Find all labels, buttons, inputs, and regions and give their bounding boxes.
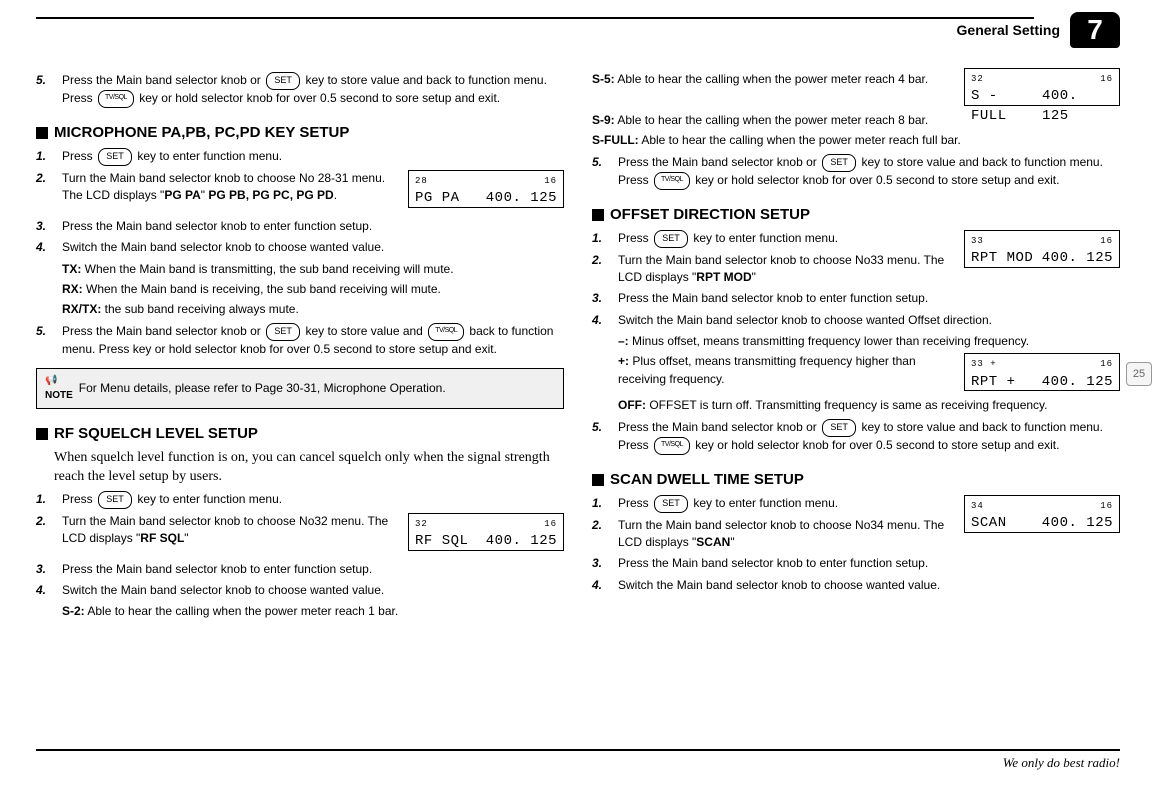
page-header: General Setting 7 xyxy=(36,12,1120,44)
tvsql-key-icon: TV/SQL xyxy=(654,437,690,455)
list-item: 5.Press the Main band selector knob or S… xyxy=(592,154,1120,190)
lcd-display-sfull: 3216 S - FULL400. 125 xyxy=(964,68,1120,106)
list-item: 4.Switch the Main band selector knob to … xyxy=(36,582,564,599)
tvsql-key-icon: TV/SQL xyxy=(654,172,690,190)
tvsql-key-icon: TV/SQL xyxy=(428,323,464,341)
note-icon: 📢NOTE xyxy=(45,374,73,403)
list-item: 5.Press the Main band selector knob or S… xyxy=(36,323,564,358)
section-heading-rf: RF SQUELCH LEVEL SETUP xyxy=(36,423,564,445)
set-key-icon: SET xyxy=(654,230,688,248)
tvsql-key-icon: TV/SQL xyxy=(98,90,134,108)
sub-item: –: Minus offset, means transmitting freq… xyxy=(618,333,1120,350)
square-bullet-icon xyxy=(36,428,48,440)
list-item: 3.Press the Main band selector knob to e… xyxy=(36,218,564,235)
set-key-icon: SET xyxy=(822,419,856,437)
chapter-number: 7 xyxy=(1070,12,1120,48)
set-key-icon: SET xyxy=(266,323,300,341)
list-item: 4.Switch the Main band selector knob to … xyxy=(592,577,1120,594)
section-intro: When squelch level function is on, you c… xyxy=(54,449,564,487)
step-text: Press the Main band selector knob or SET… xyxy=(62,72,564,108)
lcd-display-rptplus: 33 +16 RPT +400. 125 xyxy=(964,353,1120,391)
footer-slogan: We only do best radio! xyxy=(36,755,1120,771)
set-key-icon: SET xyxy=(654,495,688,513)
sub-item: OFF: OFFSET is turn off. Transmitting fr… xyxy=(618,397,1120,414)
set-key-icon: SET xyxy=(98,148,132,166)
lcd-display-pg: 2816 PG PA400. 125 xyxy=(408,170,564,208)
list-item: 3.Press the Main band selector knob to e… xyxy=(36,561,564,578)
section-title: General Setting xyxy=(957,22,1060,38)
square-bullet-icon xyxy=(592,474,604,486)
lcd-display-rfsql: 3216 RF SQL400. 125 xyxy=(408,513,564,551)
sub-item: S-2: Able to hear the calling when the p… xyxy=(62,603,564,620)
set-key-icon: SET xyxy=(266,72,300,90)
list-item: 3.Press the Main band selector knob to e… xyxy=(592,555,1120,572)
list-item: 1.Press SET key to enter function menu. xyxy=(592,495,956,513)
square-bullet-icon xyxy=(592,209,604,221)
left-column: 5. Press the Main band selector knob or … xyxy=(36,68,564,624)
list-item: 2.Turn the Main band selector knob to ch… xyxy=(592,517,956,552)
square-bullet-icon xyxy=(36,127,48,139)
step-number: 5. xyxy=(36,72,62,108)
page-footer: We only do best radio! xyxy=(36,749,1120,771)
list-item: 1.Press SET key to enter function menu. xyxy=(592,230,956,248)
set-key-icon: SET xyxy=(822,154,856,172)
note-text: For Menu details, please refer to Page 3… xyxy=(79,380,446,397)
list-item: 5. Press the Main band selector knob or … xyxy=(36,72,564,108)
lcd-display-rptmod: 3316 RPT MOD400. 125 xyxy=(964,230,1120,268)
sub-item: TX: When the Main band is transmitting, … xyxy=(62,261,564,278)
list-item: 2. 3216 RF SQL400. 125 Turn the Main ban… xyxy=(36,513,564,557)
lcd-display-scan: 3416 SCAN400. 125 xyxy=(964,495,1120,533)
list-item: 2.Turn the Main band selector knob to ch… xyxy=(592,252,956,287)
list-item: 1.Press SET key to enter function menu. xyxy=(36,148,564,166)
sub-item: RX/TX: the sub band receiving always mut… xyxy=(62,301,564,318)
sub-item: S-FULL: Able to hear the calling when th… xyxy=(592,132,1120,149)
sub-item: RX: When the Main band is receiving, the… xyxy=(62,281,564,298)
list-item: 5.Press the Main band selector knob or S… xyxy=(592,419,1120,455)
list-item: 4.Switch the Main band selector knob to … xyxy=(592,312,1120,329)
header-rule xyxy=(36,17,1034,19)
note-box: 📢NOTE For Menu details, please refer to … xyxy=(36,368,564,409)
right-column: 3216 S - FULL400. 125 S-5: Able to hear … xyxy=(592,68,1120,624)
header-tab: General Setting 7 xyxy=(957,12,1120,48)
page-number-tab: 25 xyxy=(1126,362,1152,386)
list-item: 2. 2816 PG PA400. 125 Turn the Main band… xyxy=(36,170,564,214)
footer-rule xyxy=(36,749,1120,751)
list-item: 1.Press SET key to enter function menu. xyxy=(36,491,564,509)
set-key-icon: SET xyxy=(98,491,132,509)
section-heading-offset: OFFSET DIRECTION SETUP xyxy=(592,204,1120,226)
section-heading-mic: MICROPHONE PA,PB, PC,PD KEY SETUP xyxy=(36,122,564,144)
list-item: 4.Switch the Main band selector knob to … xyxy=(36,239,564,256)
section-heading-scan: SCAN DWELL TIME SETUP xyxy=(592,469,1120,491)
list-item: 3.Press the Main band selector knob to e… xyxy=(592,290,1120,307)
